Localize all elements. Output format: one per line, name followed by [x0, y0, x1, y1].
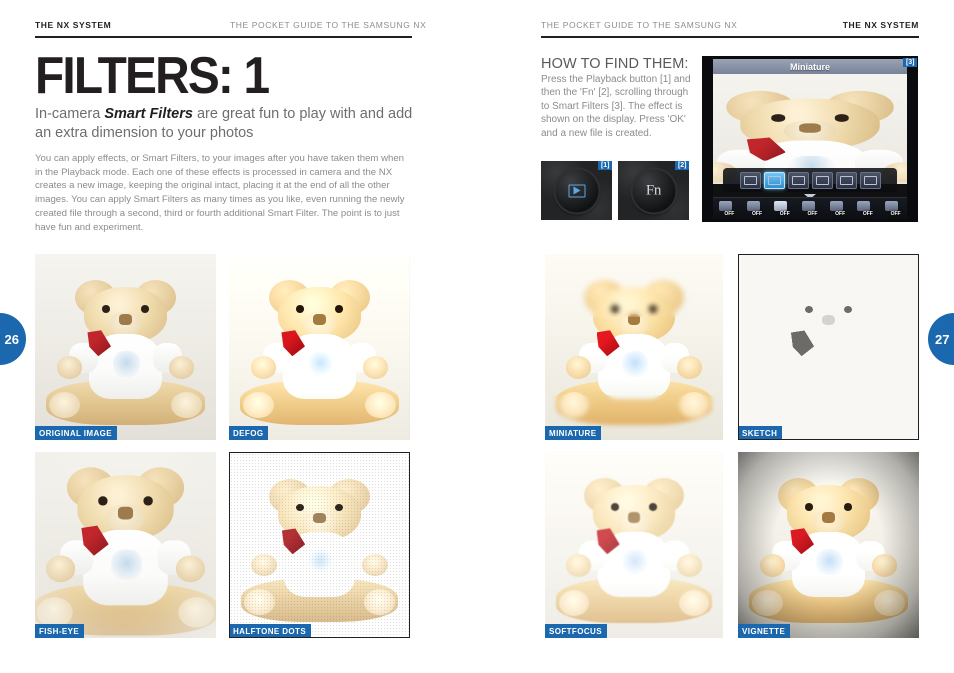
smart-filter-status: OFF: [724, 211, 735, 217]
page-title: FILTERS: 1: [35, 47, 270, 105]
photo-softfocus: SOFTFOCUS: [545, 452, 723, 638]
standfirst: In-camera Smart Filters are great fun to…: [35, 105, 413, 143]
standfirst-emphasis: Smart Filters: [104, 106, 193, 122]
metering-icon[interactable]: OFF: [854, 200, 876, 217]
left-header-rule: [35, 36, 412, 38]
miniature-blur-top: [545, 254, 723, 318]
lcd-screen: Miniature OFF OFF OFF OFF OFF OFF OFF: [713, 59, 907, 219]
sketch-filter-icon[interactable]: [859, 171, 881, 189]
playback-triangle-icon: [568, 184, 585, 197]
flash-icon[interactable]: OFF: [882, 200, 904, 217]
lcd-title-bar: Miniature: [713, 59, 907, 74]
bear-halftone: [230, 453, 409, 637]
right-running-head-bold: THE NX SYSTEM: [842, 20, 919, 30]
photo-miniature: MINIATURE: [545, 254, 723, 440]
playback-button-photo: [1]: [541, 161, 612, 220]
left-running-head-light: THE POCKET GUIDE TO THE SAMSUNG NX: [230, 20, 427, 30]
vignette-filter-icon[interactable]: [787, 171, 809, 189]
page-tab-right: 27: [928, 313, 954, 365]
callout-badge-3: [3]: [903, 58, 917, 67]
smart-filter-icon[interactable]: OFF: [716, 200, 738, 217]
right-header-rule: [541, 36, 919, 38]
standfirst-pre: In-camera: [35, 106, 105, 122]
photo-caption: DEFOG: [229, 426, 269, 440]
soft-focus-filter-icon[interactable]: [811, 171, 833, 189]
drive-mode-status: OFF: [807, 211, 818, 217]
bear-defog: [229, 254, 410, 440]
exposure-comp-status: OFF: [835, 211, 846, 217]
flash-status: OFF: [890, 211, 901, 217]
smart-filter-off-icon[interactable]: [739, 171, 761, 189]
picture-wizard-icon[interactable]: OFF: [744, 200, 766, 217]
page-tab-left: 26: [0, 313, 26, 365]
photo-caption: SKETCH: [739, 426, 783, 439]
smart-range-status: OFF: [779, 211, 790, 217]
photo-caption: VIGNETTE: [738, 624, 791, 638]
bear-softfocus: [545, 452, 723, 638]
camera-lcd-photo: Miniature OFF OFF OFF OFF OFF OFF OFF [3…: [702, 56, 918, 222]
photo-caption: FISH-EYE: [35, 624, 85, 638]
miniature-filter-icon[interactable]: [763, 171, 785, 189]
photo-fish-eye: FISH-EYE: [35, 452, 216, 638]
exposure-comp-icon[interactable]: OFF: [827, 200, 849, 217]
photo-caption: SOFTFOCUS: [545, 624, 607, 638]
callout-badge-1: [1]: [598, 161, 612, 170]
metering-status: OFF: [862, 211, 873, 217]
right-running-head-light: THE POCKET GUIDE TO THE SAMSUNG NX: [541, 20, 738, 30]
howto-title: HOW TO FIND THEM:: [541, 56, 689, 72]
bear-vignette: [738, 452, 919, 638]
photo-caption: MINIATURE: [545, 426, 602, 440]
lcd-status-bar: OFF OFF OFF OFF OFF OFF OFF: [713, 197, 907, 219]
body-copy: You can apply effects, or Smart Filters,…: [35, 153, 405, 233]
bear-fisheye: [35, 452, 216, 638]
smart-range-icon[interactable]: OFF: [771, 200, 793, 217]
playback-button-ring: [555, 169, 598, 212]
photo-vignette: VIGNETTE: [738, 452, 919, 638]
photo-caption: HALFTONE DOTS: [230, 624, 312, 637]
photo-original-image: ORIGINAL IMAGE: [35, 254, 216, 440]
drive-mode-icon[interactable]: OFF: [799, 200, 821, 217]
lcd-filter-strip[interactable]: [723, 168, 897, 192]
page-number-left: 26: [4, 331, 19, 347]
fn-button-ring: Fn: [632, 169, 675, 212]
picture-wizard-status: OFF: [752, 211, 763, 217]
left-running-head-bold: THE NX SYSTEM: [35, 20, 112, 30]
callout-badge-2: [2]: [675, 161, 689, 170]
fn-button-icon: Fn: [645, 182, 662, 198]
photo-caption: ORIGINAL IMAGE: [35, 426, 118, 440]
howto-body: Press the Playback button [1] and then t…: [541, 74, 691, 139]
photo-sketch: SKETCH: [738, 254, 919, 440]
page-number-right: 27: [935, 331, 950, 347]
spread-page: THE NX SYSTEM THE POCKET GUIDE TO THE SA…: [0, 0, 954, 673]
bear-sketch: [739, 255, 918, 439]
halftone-filter-icon[interactable]: [835, 171, 857, 189]
photo-halftone-dots: HALFTONE DOTS: [229, 452, 410, 638]
bear-original: [35, 254, 216, 440]
photo-defog: DEFOG: [229, 254, 410, 440]
fn-button-photo: Fn [2]: [618, 161, 689, 220]
